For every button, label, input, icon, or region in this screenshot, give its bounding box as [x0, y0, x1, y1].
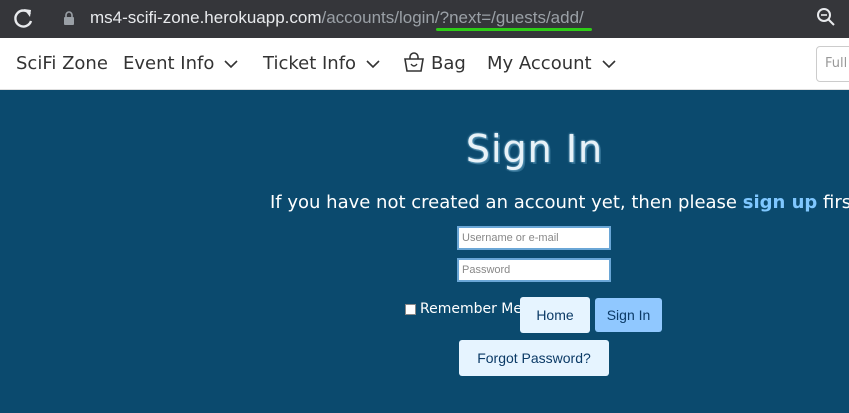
- shopping-bag-icon: [404, 52, 424, 72]
- nav-event-info[interactable]: Event Info: [123, 38, 238, 90]
- sign-in-button[interactable]: Sign In: [595, 298, 662, 332]
- chevron-down-icon: [224, 59, 238, 68]
- nav-bag-label: Bag: [431, 53, 466, 74]
- signup-prompt-after: first.: [823, 192, 849, 213]
- nav-my-account[interactable]: My Account: [487, 38, 616, 90]
- search-input[interactable]: Full: [816, 46, 849, 82]
- lock-icon[interactable]: [62, 10, 76, 26]
- url-highlight-underline: [436, 28, 592, 31]
- nav-bag[interactable]: Bag: [403, 38, 466, 90]
- username-field[interactable]: Username or e-mail: [457, 226, 611, 250]
- signup-prompt-before: If you have not created an account yet, …: [270, 192, 743, 213]
- login-section: Sign In If you have not created an accou…: [0, 90, 849, 413]
- password-field[interactable]: Password: [457, 258, 611, 282]
- url-text[interactable]: ms4-scifi-zone.herokuapp.com/accounts/lo…: [90, 6, 584, 30]
- url-host: ms4-scifi-zone.herokuapp.com: [90, 8, 322, 27]
- chevron-down-icon: [366, 59, 380, 68]
- chevron-down-icon: [602, 59, 616, 68]
- nav-ticket-info[interactable]: Ticket Info: [263, 38, 380, 90]
- forgot-password-button[interactable]: Forgot Password?: [459, 340, 609, 376]
- reload-icon[interactable]: [10, 6, 36, 32]
- remember-label: Remember Me: [420, 301, 522, 317]
- signup-link[interactable]: sign up: [743, 192, 818, 213]
- home-button[interactable]: Home: [520, 297, 590, 333]
- remember-checkbox[interactable]: [405, 303, 416, 315]
- browser-address-bar: ms4-scifi-zone.herokuapp.com/accounts/lo…: [0, 0, 849, 38]
- nav-brand[interactable]: SciFi Zone: [16, 38, 108, 90]
- remember-me[interactable]: Remember Me: [405, 301, 522, 317]
- nav-ticket-info-label: Ticket Info: [263, 53, 357, 74]
- signup-prompt: If you have not created an account yet, …: [270, 192, 849, 213]
- site-navbar: SciFi Zone Event Info Ticket Info Bag My…: [0, 38, 849, 90]
- zoom-icon[interactable]: [815, 6, 837, 28]
- nav-event-info-label: Event Info: [123, 53, 215, 74]
- nav-my-account-label: My Account: [487, 53, 592, 74]
- url-path: /accounts/login/?next=/guests/add/: [321, 8, 584, 27]
- page-title: Sign In: [465, 127, 604, 171]
